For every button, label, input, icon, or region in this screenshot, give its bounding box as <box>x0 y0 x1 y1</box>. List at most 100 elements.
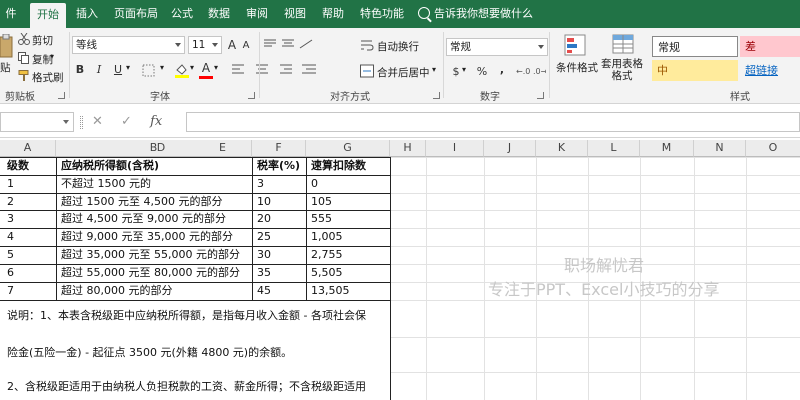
table-format-icon[interactable] <box>612 34 636 56</box>
column-header-h[interactable]: H <box>390 140 426 157</box>
notes-line-2[interactable]: 险金(五险一金) - 起征点 3500 元(外籍 4800 元)的余额。 <box>4 344 292 361</box>
paste-button[interactable]: 贴 <box>0 60 11 75</box>
chevron-down-icon[interactable]: ▾ <box>160 63 164 72</box>
format-painter-icon[interactable] <box>18 70 30 82</box>
font-size-combo[interactable]: 11 <box>188 36 222 54</box>
column-header-o[interactable]: O <box>746 140 800 157</box>
table-cell[interactable]: 3 <box>254 175 264 192</box>
column-header-i[interactable]: I <box>426 140 484 157</box>
table-cell[interactable]: 25 <box>254 228 271 245</box>
chevron-down-icon[interactable]: ▾ <box>462 65 466 74</box>
chevron-down-icon[interactable]: ▾ <box>214 63 218 72</box>
chevron-down-icon[interactable]: ▾ <box>126 63 130 72</box>
percent-button[interactable]: % <box>476 64 488 80</box>
underline-button[interactable]: U <box>112 62 124 78</box>
number-launcher-icon[interactable] <box>537 92 544 99</box>
merge-center-button[interactable]: 合并后居中 <box>377 65 430 80</box>
borders-icon[interactable] <box>142 64 156 77</box>
table-cell[interactable]: 6 <box>4 264 14 281</box>
merge-center-icon[interactable] <box>360 64 374 78</box>
column-header-e[interactable]: E <box>194 140 252 157</box>
column-header-j[interactable]: J <box>484 140 536 157</box>
formula-bar-grip[interactable] <box>80 116 83 129</box>
chevron-down-icon[interactable]: ▾ <box>190 63 194 72</box>
fill-color-icon[interactable] <box>174 62 190 78</box>
conditional-format-icon[interactable] <box>564 34 588 58</box>
tab-data[interactable]: 数据 <box>204 4 234 24</box>
column-header-k[interactable]: K <box>536 140 588 157</box>
name-box[interactable] <box>0 112 74 132</box>
paste-icon[interactable] <box>0 34 14 60</box>
table-cell[interactable]: 2,755 <box>308 246 343 263</box>
clipboard-launcher-icon[interactable] <box>58 92 65 99</box>
column-header-d[interactable]: D <box>128 140 194 157</box>
column-header-n[interactable]: N <box>694 140 746 157</box>
table-cell[interactable]: 超过 55,000 元至 80,000 元的部分 <box>58 264 240 281</box>
font-color-button[interactable]: A <box>200 60 212 76</box>
table-cell[interactable]: 超过 80,000 元的部分 <box>58 282 172 299</box>
table-cell[interactable]: 20 <box>254 210 271 227</box>
alignment-launcher-icon[interactable] <box>433 92 440 99</box>
comma-button[interactable]: , <box>496 62 508 78</box>
insert-function-icon[interactable]: fx <box>150 114 162 129</box>
table-format-button[interactable]: 套用表格格式 <box>598 58 646 82</box>
tab-help[interactable]: 帮助 <box>318 4 348 24</box>
tab-home[interactable]: 开始 <box>30 3 66 28</box>
column-header-f[interactable]: F <box>252 140 306 157</box>
alignment-top-icons[interactable] <box>262 38 314 52</box>
table-header-income[interactable]: 应纳税所得额(含税) <box>58 157 159 174</box>
tab-review[interactable]: 审阅 <box>242 4 272 24</box>
conditional-format-button[interactable]: 条件格式 <box>556 60 598 75</box>
column-header-a[interactable]: A <box>0 140 56 157</box>
tab-page-layout[interactable]: 页面布局 <box>110 4 162 24</box>
formula-input[interactable] <box>186 112 800 132</box>
tell-me-search[interactable]: 告诉我你想要做什么 <box>418 4 533 24</box>
table-cell[interactable]: 7 <box>4 282 14 299</box>
table-cell[interactable]: 45 <box>254 282 271 299</box>
table-header-rate[interactable]: 税率(%) <box>254 157 300 174</box>
grow-font-button[interactable]: A <box>226 37 238 53</box>
wrap-text-icon[interactable] <box>360 38 374 52</box>
notes-line-1[interactable]: 说明：1、本表含税级距中应纳税所得额，是指每月收入金额 - 各项社会保 <box>4 307 366 324</box>
scissors-icon[interactable] <box>18 33 30 45</box>
enter-icon[interactable]: ✓ <box>121 114 132 129</box>
table-cell[interactable]: 13,505 <box>308 282 350 299</box>
table-cell[interactable]: 超过 35,000 元至 55,000 元的部分 <box>58 246 240 263</box>
tab-file[interactable]: 件 <box>0 4 22 24</box>
table-cell[interactable]: 3 <box>4 210 14 227</box>
table-cell[interactable]: 超过 4,500 元至 9,000 元的部分 <box>58 210 226 227</box>
table-cell[interactable]: 30 <box>254 246 271 263</box>
number-format-combo[interactable]: 常规 <box>446 38 548 56</box>
table-cell[interactable]: 0 <box>308 175 318 192</box>
chevron-down-icon[interactable]: ▾ <box>432 65 436 74</box>
column-header-m[interactable]: M <box>640 140 694 157</box>
bold-button[interactable]: B <box>74 62 86 78</box>
style-normal[interactable]: 常规 <box>652 36 738 57</box>
table-cell[interactable]: 4 <box>4 228 14 245</box>
italic-button[interactable]: I <box>93 62 105 78</box>
cut-button[interactable]: 剪切 <box>32 33 53 48</box>
copy-icon[interactable] <box>18 52 30 64</box>
table-cell[interactable]: 10 <box>254 193 271 210</box>
wrap-text-button[interactable]: 自动换行 <box>377 39 419 54</box>
notes-line-3[interactable]: 2、含税级距适用于由纳税人负担税款的工资、薪金所得；不含税级距适用 <box>4 378 366 395</box>
table-cell[interactable]: 不超过 1500 元的 <box>58 175 151 192</box>
table-cell[interactable]: 超过 9,000 元至 35,000 元的部分 <box>58 228 233 245</box>
cancel-icon[interactable]: ✕ <box>92 114 103 129</box>
font-name-combo[interactable]: 等线 <box>72 36 185 54</box>
style-neutral[interactable]: 中 <box>652 60 738 81</box>
table-cell[interactable]: 超过 1500 元至 4,500 元的部分 <box>58 193 222 210</box>
tab-formulas[interactable]: 公式 <box>168 4 196 24</box>
table-cell[interactable]: 35 <box>254 264 271 281</box>
tab-features[interactable]: 特色功能 <box>356 4 408 24</box>
currency-button[interactable]: $ <box>450 64 462 80</box>
font-launcher-icon[interactable] <box>248 92 255 99</box>
table-cell[interactable]: 2 <box>4 193 14 210</box>
table-cell[interactable]: 5,505 <box>308 264 343 281</box>
table-header-deduction[interactable]: 速算扣除数 <box>308 157 366 174</box>
column-header-g[interactable]: G <box>306 140 390 157</box>
table-cell[interactable]: 555 <box>308 210 332 227</box>
table-cell[interactable]: 1 <box>4 175 14 192</box>
copy-dropdown-icon[interactable]: ▾ <box>50 52 54 61</box>
table-cell[interactable]: 1,005 <box>308 228 343 245</box>
